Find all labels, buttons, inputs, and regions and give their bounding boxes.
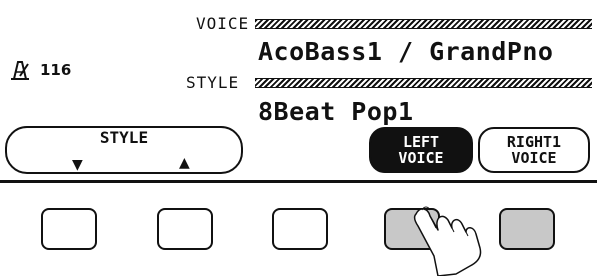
- voice-separator: [255, 19, 592, 29]
- right1-voice-line1: RIGHT1: [506, 133, 562, 151]
- voice-name: AcoBass1 / GrandPno: [258, 37, 554, 66]
- right1-voice-line2: VOICE: [511, 149, 557, 167]
- left-voice-line1: LEFT: [402, 133, 440, 151]
- style-up-arrow-icon[interactable]: ▲: [179, 156, 190, 170]
- style-softkey-group: STYLE ▼ ▲: [5, 126, 243, 174]
- left-voice-softkey[interactable]: LEFT VOICE: [369, 127, 473, 173]
- style-separator: [255, 78, 592, 88]
- panel-button-1[interactable]: [41, 208, 97, 250]
- panel-button-2[interactable]: [157, 208, 213, 250]
- style-down-arrow-icon[interactable]: ▼: [72, 158, 83, 172]
- tempo-readout: 116: [8, 60, 71, 80]
- voice-label: VOICE: [196, 14, 250, 33]
- style-name: 8Beat Pop1: [258, 97, 414, 126]
- tempo-value: 116: [40, 61, 72, 79]
- style-softkey-title: STYLE: [99, 128, 149, 147]
- panel-button-3[interactable]: [272, 208, 328, 250]
- style-label: STYLE: [186, 73, 240, 92]
- lcd-bottom-border: [0, 180, 597, 183]
- right1-voice-softkey[interactable]: RIGHT1 VOICE: [478, 127, 590, 173]
- left-voice-line2: VOICE: [398, 149, 444, 167]
- panel-button-5[interactable]: [499, 208, 555, 250]
- pressing-hand-icon: [413, 206, 482, 276]
- metronome-icon: [11, 61, 29, 80]
- lcd-display: 116 VOICE AcoBass1 / GrandPno STYLE 8Bea…: [0, 0, 597, 182]
